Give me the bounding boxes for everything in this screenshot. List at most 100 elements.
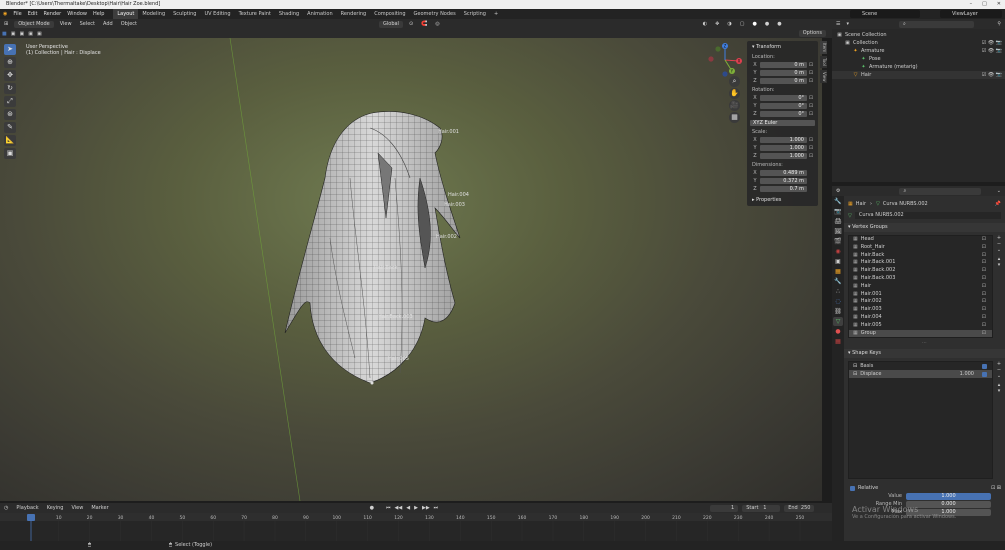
lock-icon[interactable]: ⊡: [807, 62, 815, 68]
vertex-group-item[interactable]: ▦ Hair.Back.001 ⊡: [849, 259, 992, 267]
shading-material-icon[interactable]: ●: [761, 19, 773, 29]
outliner-search-input[interactable]: ⌕: [899, 20, 974, 28]
workspace-tab-compositing[interactable]: Compositing: [370, 9, 409, 19]
collection-tab-icon[interactable]: ▣: [833, 257, 843, 266]
lock-icon[interactable]: ⊡: [807, 78, 815, 84]
vertex-group-item[interactable]: ▦ Hair.Back.002 ⊡: [849, 267, 992, 275]
output-tab-icon[interactable]: 🖨: [833, 217, 843, 226]
camera-view-icon[interactable]: 🎥: [729, 100, 740, 111]
shading-render-icon[interactable]: ●: [773, 19, 785, 29]
workspace-tab-uv-editing[interactable]: UV Editing: [200, 9, 234, 19]
rotate-icon[interactable]: ↻: [4, 83, 16, 94]
workspace-tab-geometry-nodes[interactable]: Geometry Nodes: [410, 9, 460, 19]
outliner-item[interactable]: ✦ Pose: [832, 55, 1005, 63]
vertex-group-item[interactable]: ▦ Hair.003 ⊡: [849, 306, 992, 314]
dimension-y-field[interactable]: 0.372 m: [760, 177, 807, 184]
workspace-tab-shading[interactable]: Shading: [275, 9, 303, 19]
scene-tab-icon[interactable]: 🎬: [833, 237, 843, 246]
overlay-toggle-icon[interactable]: ◑: [723, 19, 735, 29]
minimize-button[interactable]: –: [970, 0, 973, 9]
vertex-group-lock-icon[interactable]: ⊡: [982, 306, 986, 314]
vertex-group-lock-icon[interactable]: ⊡: [982, 298, 986, 306]
menu-render[interactable]: Render: [40, 9, 64, 19]
close-button[interactable]: ✕: [997, 0, 1001, 9]
vertex-group-lock-icon[interactable]: ⊡: [982, 322, 986, 330]
data-block-name-field[interactable]: Curva NURBS.002: [854, 212, 1001, 219]
visibility-toggle-icon[interactable]: ☑ 👁 📷: [982, 39, 1002, 47]
workspace-tab-texture-paint[interactable]: Texture Paint: [235, 9, 275, 19]
vertex-group-item[interactable]: ▦ Hair.Back.003 ⊡: [849, 275, 992, 283]
outliner-item[interactable]: ▣ Collection ☑ 👁 📷: [832, 39, 1005, 47]
proportional-edit-icon[interactable]: ◎: [431, 19, 443, 29]
shape-key-mute-checkbox[interactable]: [982, 363, 987, 369]
transform-orientation-dropdown[interactable]: Global: [379, 20, 403, 28]
transform-panel-header[interactable]: ▾ Transform: [750, 43, 815, 51]
pan-hand-icon[interactable]: ✋: [729, 88, 740, 99]
lock-icon[interactable]: ⊡: [807, 103, 815, 109]
vertex-group-lock-icon[interactable]: ⊡: [982, 275, 986, 283]
shape-key-lock-icon[interactable]: ⊡ ⊞: [991, 485, 1001, 491]
location-z-field[interactable]: 0 m: [760, 77, 807, 84]
sidebar-tab-item[interactable]: Item: [820, 41, 827, 55]
menu-marker[interactable]: Marker: [87, 505, 112, 511]
select-mode-invert-icon[interactable]: ▣: [26, 31, 35, 37]
select-mode-intersect-icon[interactable]: ▣: [35, 31, 44, 37]
workspace-tab-animation[interactable]: Animation: [303, 9, 337, 19]
lock-icon[interactable]: ⊡: [807, 153, 815, 159]
tool-tab-icon[interactable]: 🔧: [833, 197, 843, 206]
move-down-icon[interactable]: ▾: [993, 262, 1005, 268]
gizmo-toggle-icon[interactable]: ✥: [711, 19, 723, 29]
vertex-group-lock-icon[interactable]: ⊡: [982, 267, 986, 275]
menu-timeline-view[interactable]: View: [67, 505, 87, 511]
vertex-group-lock-icon[interactable]: ⊡: [982, 283, 986, 291]
lock-icon[interactable]: ⊡: [807, 137, 815, 143]
menu-add[interactable]: Add: [99, 19, 117, 29]
vertex-group-item[interactable]: ▦ Hair ⊡: [849, 283, 992, 291]
outliner-item[interactable]: ✦ Armature (metarig): [832, 63, 1005, 71]
scale-x-field[interactable]: 1.000: [760, 136, 807, 143]
shape-key-basis[interactable]: ⊟ Basis: [849, 362, 992, 370]
render-tab-icon[interactable]: 📷: [833, 207, 843, 216]
vertex-group-specials-icon[interactable]: ⌄: [993, 247, 1005, 253]
shape-key-mute-checkbox[interactable]: [982, 371, 987, 377]
maximize-button[interactable]: □: [982, 0, 987, 9]
zoom-icon[interactable]: ⌕: [729, 76, 740, 87]
object-tab-icon[interactable]: ▦: [833, 267, 843, 276]
properties-editor-icon[interactable]: ⚙: [832, 188, 844, 194]
transform-icon[interactable]: ⊛: [4, 109, 16, 120]
sidebar-tab-tool[interactable]: Tool: [820, 56, 827, 68]
move-down-icon[interactable]: ▾: [993, 388, 1005, 394]
constraints-tab-icon[interactable]: ⛓: [833, 307, 843, 316]
data-tab-icon[interactable]: ▽: [833, 317, 843, 326]
add-cube-icon[interactable]: ▣: [4, 148, 16, 159]
snap-icon[interactable]: 🧲: [417, 19, 431, 29]
menu-window[interactable]: Window: [64, 9, 90, 19]
lock-icon[interactable]: ⊡: [807, 95, 815, 101]
display-mode-icon[interactable]: ▾: [844, 21, 851, 27]
world-tab-icon[interactable]: ◉: [833, 247, 843, 256]
vertex-group-lock-icon[interactable]: ⊡: [982, 291, 986, 299]
play-reverse-icon[interactable]: ◀: [404, 505, 412, 511]
visibility-icon[interactable]: ◐: [699, 19, 711, 29]
location-x-field[interactable]: 0 m: [760, 61, 807, 68]
timeline-area[interactable]: 1102030405060708090100110120130140150160…: [0, 513, 832, 541]
vertex-group-lock-icon[interactable]: ⊡: [982, 259, 986, 267]
shape-key-displace[interactable]: ⊟ Displace 1.000: [849, 370, 992, 379]
dimension-z-field[interactable]: 0.7 m: [760, 185, 807, 192]
shading-solid-icon[interactable]: ●: [748, 19, 760, 29]
scene-selector[interactable]: Scene: [850, 10, 920, 18]
dimension-x-field[interactable]: 0.489 m: [760, 169, 807, 176]
ortho-toggle-icon[interactable]: ▦: [729, 112, 740, 123]
scale-z-field[interactable]: 1.000: [760, 152, 807, 159]
vertex-groups-panel-header[interactable]: ▾ Vertex Groups: [844, 223, 1005, 232]
select-mode-extend-icon[interactable]: ▣: [9, 31, 18, 37]
rotation-z-field[interactable]: 0°: [760, 110, 807, 117]
filter-icon[interactable]: ⚲: [993, 21, 1005, 27]
modifier-tab-icon[interactable]: 🔧: [833, 277, 843, 286]
properties-subpanel-header[interactable]: ▸ Properties: [750, 196, 815, 204]
properties-search-input[interactable]: ⌕: [899, 187, 982, 195]
vertex-group-item[interactable]: ▦ Head ⊡: [849, 236, 992, 244]
shape-key-specials-icon[interactable]: ⌄: [993, 373, 1005, 379]
vertex-group-item[interactable]: ▦ Hair.005 ⊡: [849, 322, 992, 330]
menu-select[interactable]: Select: [76, 19, 99, 29]
